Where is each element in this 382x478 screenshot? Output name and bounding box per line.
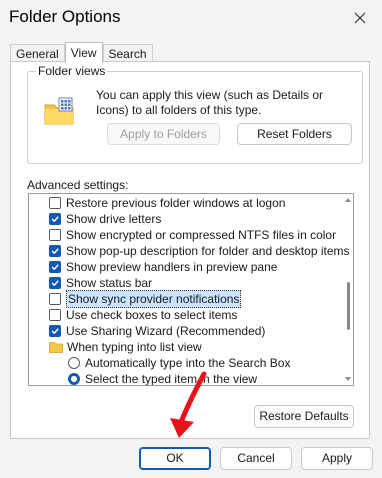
- radio-button[interactable]: [68, 357, 80, 369]
- list-item[interactable]: Show drive letters: [49, 211, 161, 227]
- folder-icon: [49, 342, 63, 353]
- advanced-settings-list[interactable]: Restore previous folder windows at logon…: [28, 193, 354, 386]
- advanced-settings-label: Advanced settings:: [27, 178, 129, 192]
- radio-button[interactable]: [68, 373, 80, 385]
- checkbox[interactable]: [49, 277, 61, 289]
- list-item[interactable]: Use check boxes to select items: [49, 307, 237, 323]
- scroll-up-icon[interactable]: [345, 198, 351, 202]
- list-item[interactable]: Show status bar: [49, 275, 152, 291]
- list-item-label: When typing into list view: [67, 340, 202, 354]
- tab-view[interactable]: View: [64, 42, 103, 63]
- reset-folders-button[interactable]: Reset Folders: [237, 123, 352, 145]
- list-item[interactable]: Select the typed item in the view: [68, 371, 257, 385]
- close-icon: [354, 12, 366, 24]
- list-item-label: Use check boxes to select items: [66, 308, 238, 322]
- checkbox[interactable]: [49, 213, 61, 225]
- list-item[interactable]: Show pop-up description for folder and d…: [49, 243, 350, 259]
- list-item[interactable]: Show preview handlers in preview pane: [49, 259, 277, 275]
- list-item-label: Show drive letters: [66, 212, 162, 226]
- list-item[interactable]: Restore previous folder windows at logon: [49, 195, 285, 211]
- list-scrollbar[interactable]: [343, 194, 353, 385]
- annotation-arrow: [170, 371, 207, 438]
- checkbox[interactable]: [49, 325, 61, 337]
- apply-button[interactable]: Apply: [301, 447, 373, 470]
- scroll-thumb[interactable]: [347, 282, 350, 330]
- list-item[interactable]: Show encrypted or compressed NTFS files …: [49, 227, 336, 243]
- folder-views-description: You can apply this view (such as Details…: [96, 88, 324, 117]
- checkmark-icon: [51, 248, 59, 255]
- folder-views-group: Folder views You can apply this view (su…: [27, 64, 363, 164]
- list-item: When typing into list view: [49, 339, 202, 355]
- apply-to-folders-button[interactable]: Apply to Folders: [107, 123, 220, 145]
- list-item-label: Use Sharing Wizard (Recommended): [66, 324, 266, 338]
- list-item-label: Show encrypted or compressed NTFS files …: [66, 228, 337, 242]
- title-bar: Folder Options: [0, 0, 382, 34]
- checkmark-icon: [51, 280, 59, 287]
- list-item-label: Show pop-up description for folder and d…: [66, 244, 350, 258]
- scroll-down-icon[interactable]: [345, 377, 351, 381]
- checkbox[interactable]: [49, 245, 61, 257]
- folder-views-label: Folder views: [36, 64, 108, 78]
- checkmark-icon: [51, 216, 59, 223]
- ok-button[interactable]: OK: [139, 447, 211, 470]
- checkbox[interactable]: [49, 309, 61, 321]
- restore-defaults-button[interactable]: Restore Defaults: [254, 405, 354, 428]
- checkbox[interactable]: [49, 197, 61, 209]
- list-item-label: Show status bar: [66, 276, 153, 290]
- list-item-label: Restore previous folder windows at logon: [66, 196, 286, 210]
- folder-views-icon: [44, 97, 74, 125]
- dialog-footer: OK Cancel Apply: [0, 440, 382, 478]
- checkbox[interactable]: [49, 261, 61, 273]
- list-item-label: Automatically type into the Search Box: [85, 356, 291, 370]
- checkbox[interactable]: [49, 293, 61, 305]
- checkmark-icon: [51, 328, 59, 335]
- cancel-button[interactable]: Cancel: [220, 447, 292, 470]
- checkbox[interactable]: [49, 229, 61, 241]
- list-item-label: Show preview handlers in preview pane: [66, 260, 278, 274]
- tab-strip: General View Search: [10, 42, 153, 63]
- list-item-selected[interactable]: Show sync provider notifications: [49, 290, 242, 308]
- checkmark-icon: [51, 264, 59, 271]
- close-button[interactable]: [350, 8, 370, 28]
- window-title: Folder Options: [9, 7, 121, 26]
- list-item[interactable]: Automatically type into the Search Box: [68, 355, 290, 371]
- list-item-label: Show sync provider notifications: [66, 290, 242, 308]
- list-item[interactable]: Use Sharing Wizard (Recommended): [49, 323, 265, 339]
